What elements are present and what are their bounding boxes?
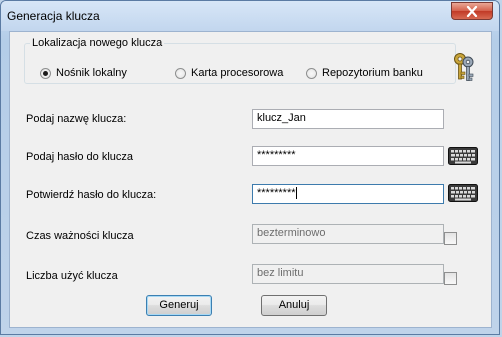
validity-input: bezterminowo (252, 224, 444, 244)
usage-count-label: Liczba użyć klucza (26, 270, 118, 282)
generate-button[interactable]: Generuj (146, 295, 212, 316)
location-group: Lokalizacja nowego klucza Nośnik lokalny… (24, 37, 456, 84)
validity-checkbox[interactable] (444, 232, 457, 245)
dialog-content: Lokalizacja nowego klucza Nośnik lokalny… (9, 31, 492, 328)
text-caret (295, 187, 297, 200)
radio-smart-card[interactable]: Karta procesorowa (175, 66, 283, 80)
keyboard-icon[interactable] (448, 184, 478, 202)
usage-count-input: bez limitu (252, 264, 444, 284)
radio-local-media[interactable]: Nośnik lokalny (40, 66, 127, 80)
dialog-window: Generacja klucza Lokalizacja nowego kluc… (0, 0, 500, 335)
key-name-input[interactable]: klucz_Jan (252, 109, 444, 129)
cancel-button[interactable]: Anuluj (261, 295, 327, 316)
keys-icon (454, 53, 474, 81)
keyboard-icon[interactable] (448, 147, 478, 165)
radio-button[interactable] (175, 67, 186, 79)
radio-label-bank-repository: Repozytorium banku (322, 67, 423, 79)
location-group-legend: Lokalizacja nowego klucza (30, 37, 165, 49)
password-label: Podaj hasło do klucza (26, 151, 134, 163)
confirm-password-input[interactable]: ********* (252, 184, 444, 204)
radio-button[interactable] (306, 67, 317, 79)
validity-label: Czas ważności klucza (26, 230, 134, 242)
confirm-password-value: ********* (257, 187, 296, 199)
password-input[interactable]: ********* (252, 146, 444, 166)
radio-button-checked[interactable] (40, 67, 51, 79)
window-title: Generacja klucza (7, 9, 100, 23)
close-icon (466, 6, 478, 17)
key-name-label: Podaj nazwę klucza: (26, 113, 127, 125)
radio-bank-repository[interactable]: Repozytorium banku (306, 66, 423, 80)
radio-label-smart-card: Karta procesorowa (191, 67, 284, 79)
title-bar[interactable]: Generacja klucza (1, 1, 499, 31)
confirm-password-label: Potwierdź hasło do klucza: (26, 189, 157, 201)
close-button[interactable] (451, 2, 493, 20)
usage-count-checkbox[interactable] (444, 272, 457, 285)
radio-label-local-media: Nośnik lokalny (56, 67, 127, 79)
